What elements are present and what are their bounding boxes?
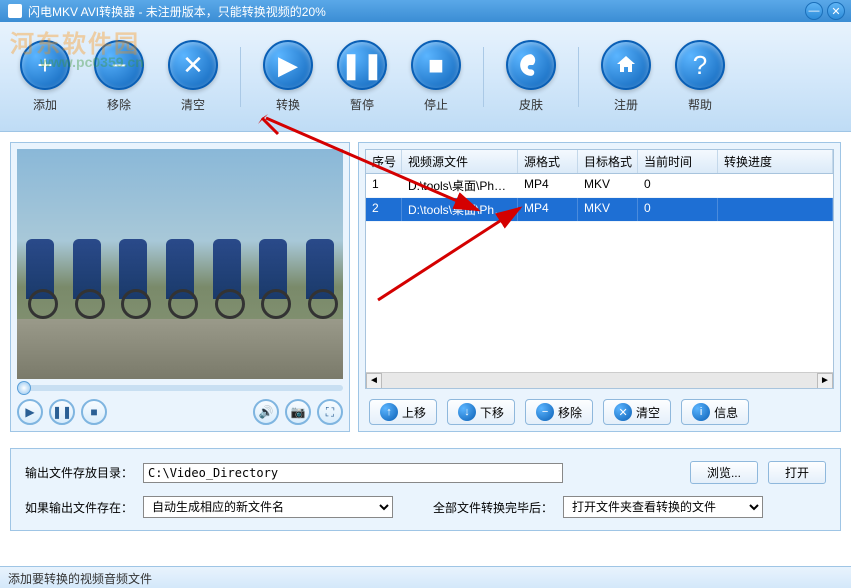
cell-time: 0 xyxy=(638,174,718,197)
move-down-label: 下移 xyxy=(480,404,504,421)
minimize-button[interactable]: — xyxy=(805,2,823,20)
pause-icon: ❚❚ xyxy=(337,40,387,90)
remove-button[interactable]: − 移除 xyxy=(84,40,154,113)
main-toolbar: 河东软件园 www.pc0359.cn + 添加 − 移除 ✕ 清空 ▶ 转换 … xyxy=(0,22,851,132)
convert-button[interactable]: ▶ 转换 xyxy=(253,40,323,113)
x-icon: ✕ xyxy=(168,40,218,90)
stop-label: 停止 xyxy=(424,96,448,113)
col-time[interactable]: 当前时间 xyxy=(638,150,718,173)
file-exists-label: 如果输出文件存在： xyxy=(25,499,133,516)
arrow-up-icon: ↑ xyxy=(380,403,398,421)
list-remove-label: 移除 xyxy=(558,404,582,421)
register-button[interactable]: 注册 xyxy=(591,40,661,113)
x-icon: ✕ xyxy=(614,403,632,421)
title-bar: 闪电MKV AVI转换器 - 未注册版本，只能转换视频的20% — ✕ xyxy=(0,0,851,22)
grid-header: 序号 视频源文件 源格式 目标格式 当前时间 转换进度 xyxy=(366,150,833,174)
table-row[interactable]: 2 D:\tools\桌面\Photos... MP4 MKV 0 xyxy=(366,198,833,222)
plus-icon: + xyxy=(20,40,70,90)
add-label: 添加 xyxy=(33,96,57,113)
preview-stop-button[interactable]: ■ xyxy=(81,399,107,425)
stop-button[interactable]: ■ 停止 xyxy=(401,40,471,113)
preview-snapshot-button[interactable]: 📷 xyxy=(285,399,311,425)
add-button[interactable]: + 添加 xyxy=(10,40,80,113)
list-remove-button[interactable]: −移除 xyxy=(525,399,593,425)
preview-pause-button[interactable]: ❚❚ xyxy=(49,399,75,425)
table-row[interactable]: 1 D:\tools\桌面\Photos... MP4 MKV 0 xyxy=(366,174,833,198)
question-icon: ? xyxy=(675,40,725,90)
cell-source: D:\tools\桌面\Photos... xyxy=(402,174,518,197)
after-convert-label: 全部文件转换完毕后： xyxy=(433,499,553,516)
file-list-panel: 序号 视频源文件 源格式 目标格式 当前时间 转换进度 1 D:\tools\桌… xyxy=(358,142,841,432)
info-label: 信息 xyxy=(714,404,738,421)
output-settings-panel: 输出文件存放目录： 浏览... 打开 如果输出文件存在： 自动生成相应的新文件名… xyxy=(10,448,841,531)
preview-volume-button[interactable]: 🔊 xyxy=(253,399,279,425)
seek-slider[interactable] xyxy=(17,385,343,391)
cell-srcfmt: MP4 xyxy=(518,174,578,197)
minus-icon: − xyxy=(536,403,554,421)
app-icon xyxy=(8,4,22,18)
home-icon xyxy=(601,40,651,90)
preview-play-button[interactable]: ▶ xyxy=(17,399,43,425)
scroll-left-icon[interactable]: ◄ xyxy=(366,373,382,389)
col-source[interactable]: 视频源文件 xyxy=(402,150,518,173)
cell-tgtfmt: MKV xyxy=(578,198,638,221)
info-button[interactable]: i信息 xyxy=(681,399,749,425)
minus-icon: − xyxy=(94,40,144,90)
close-button[interactable]: ✕ xyxy=(827,2,845,20)
move-up-button[interactable]: ↑上移 xyxy=(369,399,437,425)
window-title: 闪电MKV AVI转换器 - 未注册版本，只能转换视频的20% xyxy=(28,3,326,20)
convert-label: 转换 xyxy=(276,96,300,113)
list-clear-label: 清空 xyxy=(636,404,660,421)
help-button[interactable]: ? 帮助 xyxy=(665,40,735,113)
clear-button[interactable]: ✕ 清空 xyxy=(158,40,228,113)
col-src-format[interactable]: 源格式 xyxy=(518,150,578,173)
scroll-right-icon[interactable]: ► xyxy=(817,373,833,389)
grid-hscroll[interactable]: ◄ ► xyxy=(366,372,833,388)
cell-tgtfmt: MKV xyxy=(578,174,638,197)
remove-label: 移除 xyxy=(107,96,131,113)
cell-time: 0 xyxy=(638,198,718,221)
cell-srcfmt: MP4 xyxy=(518,198,578,221)
browse-button[interactable]: 浏览... xyxy=(690,461,758,484)
cell-progress xyxy=(718,198,833,221)
pause-button[interactable]: ❚❚ 暂停 xyxy=(327,40,397,113)
video-preview[interactable] xyxy=(17,149,343,379)
skin-button[interactable]: 皮肤 xyxy=(496,40,566,113)
cell-index: 2 xyxy=(366,198,402,221)
info-icon: i xyxy=(692,403,710,421)
cell-source: D:\tools\桌面\Photos... xyxy=(402,198,518,221)
stop-icon: ■ xyxy=(411,40,461,90)
preview-panel: ▶ ❚❚ ■ 🔊 📷 ⛶ xyxy=(10,142,350,432)
move-up-label: 上移 xyxy=(402,404,426,421)
preview-fullscreen-button[interactable]: ⛶ xyxy=(317,399,343,425)
col-progress[interactable]: 转换进度 xyxy=(718,150,833,173)
play-icon: ▶ xyxy=(263,40,313,90)
skin-label: 皮肤 xyxy=(519,96,543,113)
move-down-button[interactable]: ↓下移 xyxy=(447,399,515,425)
cell-index: 1 xyxy=(366,174,402,197)
help-label: 帮助 xyxy=(688,96,712,113)
skin-icon xyxy=(506,40,556,90)
file-grid[interactable]: 序号 视频源文件 源格式 目标格式 当前时间 转换进度 1 D:\tools\桌… xyxy=(365,149,834,389)
file-exists-combo[interactable]: 自动生成相应的新文件名 xyxy=(143,496,393,518)
toolbar-separator xyxy=(483,47,484,107)
status-text: 添加要转换的视频音频文件 xyxy=(8,572,152,586)
open-button[interactable]: 打开 xyxy=(768,461,826,484)
clear-label: 清空 xyxy=(181,96,205,113)
col-index[interactable]: 序号 xyxy=(366,150,402,173)
status-bar: 添加要转换的视频音频文件 xyxy=(0,566,851,588)
pause-label: 暂停 xyxy=(350,96,374,113)
list-clear-button[interactable]: ✕清空 xyxy=(603,399,671,425)
after-convert-combo[interactable]: 打开文件夹查看转换的文件 xyxy=(563,496,763,518)
col-tgt-format[interactable]: 目标格式 xyxy=(578,150,638,173)
arrow-down-icon: ↓ xyxy=(458,403,476,421)
toolbar-separator xyxy=(578,47,579,107)
register-label: 注册 xyxy=(614,96,638,113)
cell-progress xyxy=(718,174,833,197)
toolbar-separator xyxy=(240,47,241,107)
output-dir-label: 输出文件存放目录： xyxy=(25,464,133,481)
output-dir-field[interactable] xyxy=(143,463,563,483)
